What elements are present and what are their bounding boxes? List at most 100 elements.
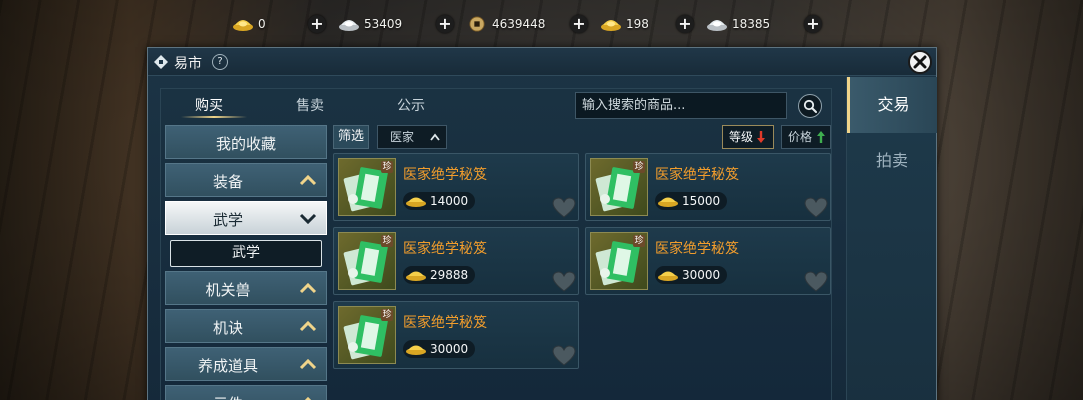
item-card[interactable]: 珍 医家绝学秘笈 30000: [585, 227, 831, 295]
item-name: 医家绝学秘笈: [655, 167, 739, 183]
chevron-up-icon: [299, 320, 317, 332]
price-value: 15000: [682, 194, 721, 208]
item-price: 30000: [655, 266, 727, 284]
item-card[interactable]: 珍 医家绝学秘笈 29888: [333, 227, 579, 295]
gold-ingot-icon: [233, 20, 253, 31]
tab-trade[interactable]: 交易: [847, 77, 937, 133]
category-label: 养成道具: [197, 357, 258, 375]
copper-coin-icon: [469, 16, 485, 32]
category-label: 武学: [212, 211, 243, 229]
search-button[interactable]: [798, 94, 822, 118]
item-name: 医家绝学秘笈: [655, 241, 739, 257]
bound-silver-ingot-icon: [707, 20, 727, 31]
item-card[interactable]: 珍 医家绝学秘笈 15000: [585, 153, 831, 221]
item-name: 医家绝学秘笈: [403, 315, 487, 331]
item-thumbnail: 珍: [338, 306, 396, 364]
chevron-up-icon: [299, 174, 317, 186]
category-mech-formula[interactable]: 机诀: [165, 309, 327, 343]
price-value: 30000: [430, 342, 469, 356]
category-label: 元件: [166, 393, 290, 400]
rare-badge: 珍: [381, 309, 393, 321]
favorite-heart-icon[interactable]: [804, 197, 828, 219]
add-currency-button[interactable]: +: [308, 15, 326, 33]
currency-silver: 53409: [338, 10, 414, 38]
sort-by-level-button[interactable]: 等级: [722, 125, 774, 149]
market-window: 易市 ? 交易 拍卖 购买 售卖 公示 我的收藏 装备: [147, 47, 937, 400]
add-currency-button[interactable]: +: [804, 15, 822, 33]
category-label: 机诀: [212, 319, 243, 337]
chevron-up-icon: [304, 396, 312, 400]
price-value: 30000: [682, 268, 721, 282]
active-tab-indicator: [181, 116, 247, 118]
chevron-down-icon: [299, 213, 317, 224]
arrow-up-icon: [817, 131, 825, 143]
favorite-heart-icon[interactable]: [552, 197, 576, 219]
add-currency-button[interactable]: +: [436, 15, 454, 33]
window-title: 易市: [174, 56, 202, 72]
subcategory-martial-arts[interactable]: 武学: [170, 240, 322, 267]
item-price: 30000: [403, 340, 475, 358]
trade-panel: 购买 售卖 公示 我的收藏 装备 武学 武学 机关兽: [160, 88, 832, 400]
close-button[interactable]: [908, 50, 932, 74]
favorite-heart-icon[interactable]: [552, 345, 576, 367]
rare-badge: 珍: [633, 235, 645, 247]
chevron-up-icon: [299, 282, 317, 294]
gold-ingot-icon: [406, 197, 426, 207]
sort-price-label: 价格: [788, 130, 813, 144]
favorite-heart-icon[interactable]: [804, 271, 828, 293]
currency-value: 198: [626, 17, 649, 31]
favorite-heart-icon[interactable]: [552, 271, 576, 293]
category-list: 我的收藏 装备 武学 武学 机关兽 机诀 养成道具: [165, 125, 329, 400]
category-label: 装备: [212, 173, 243, 191]
item-card[interactable]: 珍 医家绝学秘笈 30000: [333, 301, 579, 369]
category-label: 我的收藏: [215, 135, 276, 153]
filter-label[interactable]: 筛选: [333, 125, 369, 149]
item-name: 医家绝学秘笈: [403, 167, 487, 183]
close-icon: [913, 55, 927, 69]
sort-by-price-button[interactable]: 价格: [781, 125, 831, 149]
gold-ingot-icon: [658, 271, 678, 281]
help-button[interactable]: ?: [212, 54, 228, 70]
currency-bar: 0 + 53409 + 4639448 + 198 + 18385 +: [232, 10, 834, 38]
item-thumbnail: 珍: [338, 232, 396, 290]
chevron-up-icon: [299, 358, 317, 370]
tab-notice[interactable]: 公示: [397, 95, 425, 115]
currency-coin: 4639448: [466, 10, 548, 38]
category-favorites[interactable]: 我的收藏: [165, 125, 327, 159]
trade-nav: 购买 售卖 公示: [161, 89, 831, 121]
silver-ingot-icon: [339, 20, 359, 31]
category-cultivation-items[interactable]: 养成道具: [165, 347, 327, 381]
item-price: 15000: [655, 192, 727, 210]
filter-selected: 医家: [390, 130, 415, 144]
item-thumbnail: 珍: [590, 232, 648, 290]
search-input[interactable]: [575, 92, 787, 119]
add-currency-button[interactable]: +: [570, 15, 588, 33]
filter-dropdown[interactable]: 医家: [377, 125, 447, 149]
item-name: 医家绝学秘笈: [403, 241, 487, 257]
tab-sell[interactable]: 售卖: [296, 95, 324, 115]
currency-bound-silver: 18385: [706, 10, 782, 38]
side-tabs: 交易 拍卖: [846, 77, 937, 400]
currency-value: 18385: [732, 17, 771, 31]
search-icon: [803, 99, 817, 113]
item-card[interactable]: 珍 医家绝学秘笈 14000: [333, 153, 579, 221]
market-emblem-icon: [154, 55, 168, 69]
tab-auction[interactable]: 拍卖: [847, 133, 937, 189]
sort-level-label: 等级: [729, 130, 754, 144]
add-currency-button[interactable]: +: [676, 15, 694, 33]
category-martial-arts[interactable]: 武学: [165, 201, 327, 235]
gold-ingot-icon: [658, 197, 678, 207]
bound-gold-ingot-icon: [601, 20, 621, 31]
tab-buy[interactable]: 购买: [195, 95, 223, 115]
item-thumbnail: 珍: [590, 158, 648, 216]
item-price: 29888: [403, 266, 475, 284]
category-equipment[interactable]: 装备: [165, 163, 327, 197]
category-mech-beast[interactable]: 机关兽: [165, 271, 327, 305]
rare-badge: 珍: [381, 235, 393, 247]
category-components[interactable]: 元件: [165, 385, 327, 400]
gold-ingot-icon: [406, 271, 426, 281]
chevron-up-icon: [430, 133, 440, 141]
category-label: 机关兽: [205, 281, 251, 299]
currency-value: 53409: [364, 17, 403, 31]
item-price: 14000: [403, 192, 475, 210]
